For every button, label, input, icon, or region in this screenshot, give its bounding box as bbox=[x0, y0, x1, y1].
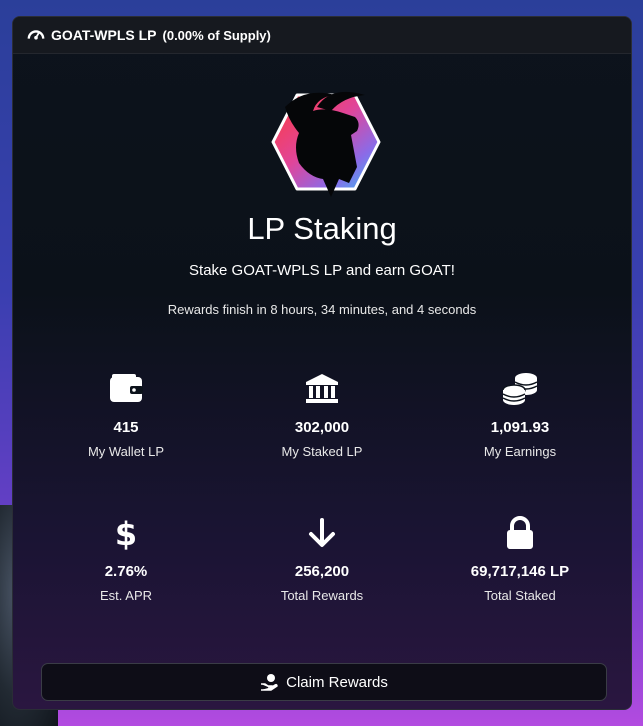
claim-rewards-label: Claim Rewards bbox=[286, 673, 388, 691]
header-supply: (0.00% of Supply) bbox=[162, 27, 271, 43]
stat-value: 2.76% bbox=[104, 563, 148, 580]
coins-icon bbox=[502, 373, 538, 405]
bank-icon bbox=[306, 374, 338, 403]
stat-label: My Wallet LP bbox=[87, 444, 165, 459]
stat-label: Est. APR bbox=[99, 588, 153, 603]
stat-label: My Earnings bbox=[483, 444, 557, 459]
stat-value: 1,091.93 bbox=[490, 419, 550, 436]
goat-logo bbox=[271, 91, 381, 197]
arrow-down-icon bbox=[309, 518, 335, 547]
svg-text:$: $ bbox=[115, 516, 137, 550]
stat-value: 302,000 bbox=[294, 419, 350, 436]
dollar-icon: $ bbox=[115, 516, 137, 550]
gauge-icon bbox=[27, 30, 45, 40]
stat-total-staked: 69,717,146 LP Total Staked bbox=[420, 515, 620, 603]
wallet-icon bbox=[110, 374, 143, 402]
stat-total-rewards: 256,200 Total Rewards bbox=[222, 515, 422, 603]
page-title: LP Staking bbox=[247, 211, 397, 246]
stat-earnings: 1,091.93 My Earnings bbox=[420, 371, 620, 459]
staking-card: GOAT-WPLS LP (0.00% of Supply) LP Stakin… bbox=[12, 16, 632, 710]
stat-label: Total Staked bbox=[484, 588, 556, 603]
stat-value: 256,200 bbox=[294, 563, 350, 580]
stat-wallet-lp: 415 My Wallet LP bbox=[26, 371, 226, 459]
stat-apr: $ 2.76% Est. APR bbox=[26, 515, 226, 603]
stat-label: Total Rewards bbox=[280, 588, 364, 603]
hand-coin-icon bbox=[261, 674, 278, 691]
stat-staked-lp: 302,000 My Staked LP bbox=[222, 371, 422, 459]
card-header: GOAT-WPLS LP (0.00% of Supply) bbox=[13, 17, 631, 54]
rewards-countdown: Rewards finish in 8 hours, 34 minutes, a… bbox=[167, 302, 477, 317]
stat-value: 69,717,146 LP bbox=[470, 563, 570, 580]
stat-label: My Staked LP bbox=[281, 444, 363, 459]
lock-icon bbox=[507, 516, 533, 549]
header-title: GOAT-WPLS LP bbox=[51, 27, 157, 43]
stat-value: 415 bbox=[113, 419, 139, 436]
claim-rewards-button[interactable]: Claim Rewards bbox=[41, 663, 607, 701]
page-subtitle: Stake GOAT-WPLS LP and earn GOAT! bbox=[189, 262, 455, 279]
